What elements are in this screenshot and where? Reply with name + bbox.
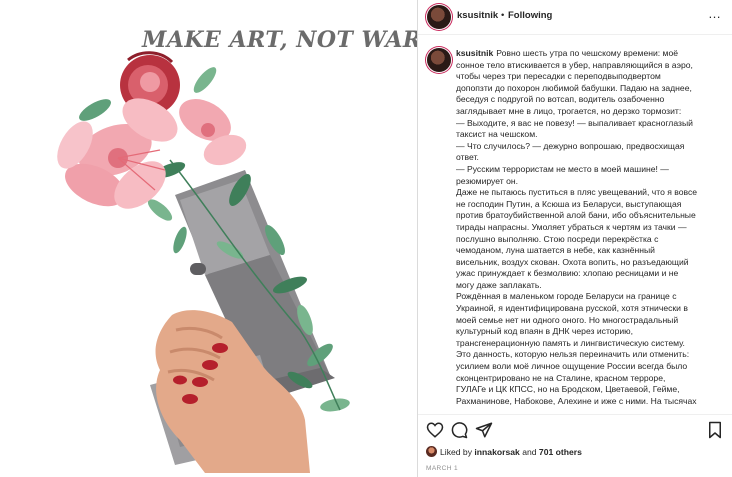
caption-line-9: ответ. (456, 152, 479, 163)
caption-line-16: послушно выполняю. Стою посреди перекрёс… (456, 233, 659, 244)
author-username[interactable]: ksusitnik (457, 10, 498, 21)
caption-line-17: чемоданом, луна шатается в небе, как каз… (456, 245, 655, 256)
caption-line-1: сонное тело втискивается в убер, направл… (456, 59, 693, 70)
caption-line-12: Даже не пытаюсь пуститься в пляс увещева… (456, 187, 698, 198)
caption-line-15: тирады напрасны. Умоляет убраться к черт… (456, 221, 687, 232)
caption-line-4: беседуя с подругой по вотсап, водитель о… (456, 94, 665, 105)
caption-line-21: Рождённая в маленьком городе Беларуси на… (456, 291, 677, 302)
likes-prefix: Liked by (440, 447, 473, 457)
liker-avatar[interactable] (426, 446, 437, 457)
post-date[interactable]: MARCH 1 (426, 465, 458, 472)
caption-line-25: трансгенерационную память и лингвистичес… (456, 337, 685, 348)
likes-count[interactable]: 701 others (539, 447, 582, 457)
caption-line-11: резюмирует он. (456, 175, 518, 186)
action-bar (418, 414, 732, 443)
image-headline: MAKE ART, NOT WAR (141, 27, 417, 53)
caption-line-10: — Русским террористам не место в моей ма… (456, 163, 669, 174)
caption-line-22: Украиной, я идентифицирована русской, хо… (456, 303, 688, 314)
likes-summary: Liked by innakorsak and 701 others (426, 446, 582, 457)
following-button[interactable]: Following (508, 10, 552, 21)
caption-username[interactable]: ksusitnik (456, 48, 493, 58)
more-options-icon[interactable]: … (708, 6, 722, 21)
caption-line-13: не господин Путин, а Ксюша из Беларуси, … (456, 198, 682, 209)
caption-line-14: против братоубийственной алой бани, ибо … (456, 210, 696, 221)
comment-icon[interactable] (450, 421, 468, 439)
caption-line-26: Это данность, которую нельзя переиначить… (456, 349, 690, 360)
caption-text: ksusitnik Ровно шесть утра по чешскому вр… (456, 48, 728, 408)
caption-line-29: ГУЛАГе и ЦК КПСС, но на Бродском, Цветае… (456, 384, 680, 395)
caption-line-19: ужас принуждает к безмолвию: хлопаю ресн… (456, 268, 679, 279)
caption-line-18: висельник, воздух скован. Охота вопить, … (456, 256, 689, 267)
caption-line-23: моей семье нет ни одного оного. Но много… (456, 314, 679, 325)
save-bookmark-icon[interactable] (706, 421, 724, 439)
post-sidebar: ksusitnik • Following … ksusitnik Ровно ш… (418, 0, 732, 477)
caption-line-3: допопзти до похорон любимой бабушки. Пад… (456, 82, 692, 93)
caption-line-24: культурный код впаян в ДНК через историю… (456, 326, 633, 337)
like-heart-icon[interactable] (426, 421, 444, 439)
caption-line-2: чтобы через три пересадки с переподвыпод… (456, 71, 661, 82)
share-icon[interactable] (475, 421, 493, 439)
post-header: ksusitnik • Following … (418, 0, 732, 35)
separator-dot: • (501, 10, 505, 21)
caption-line-30: Рахманинове, Набокове, Алехине и иже с н… (456, 395, 697, 406)
liker-username[interactable]: innakorsak (474, 447, 519, 457)
caption-scroll-area[interactable]: ksusitnik Ровно шесть утра по чешскому вр… (418, 42, 732, 408)
post-illustration: MAKE ART, NOT WAR (57, 27, 417, 473)
caption-line-7: таксист на чешском. (456, 129, 538, 140)
caption-author-avatar[interactable] (427, 48, 451, 72)
caption-line-28: сконцентрировано не на Сталине, красном … (456, 372, 666, 383)
caption-line-6: — Выходите, я вас не повезу! — выпаливае… (456, 117, 693, 128)
instagram-post-window: MAKE ART, NOT WAR ksusitnik • Following … (0, 0, 732, 477)
caption-line-31: блестящих умах. Их высылали, пытали, пре… (456, 407, 728, 408)
caption-line-5: заглядывает мне в лицо, трогается, но де… (456, 105, 682, 116)
caption-line-0: ksusitnik Ровно шесть утра по чешскому вр… (456, 48, 679, 58)
caption-line-27: усилием воли моё личное ощущение России … (456, 361, 688, 372)
author-avatar[interactable] (427, 5, 451, 29)
likes-and: and (522, 447, 537, 457)
post-image[interactable]: MAKE ART, NOT WAR (0, 0, 417, 477)
caption-line-20: могу даже заплакать. (456, 279, 542, 290)
caption-line-8: — Что случилось? — дежурно вопрошаю, пре… (456, 140, 685, 151)
